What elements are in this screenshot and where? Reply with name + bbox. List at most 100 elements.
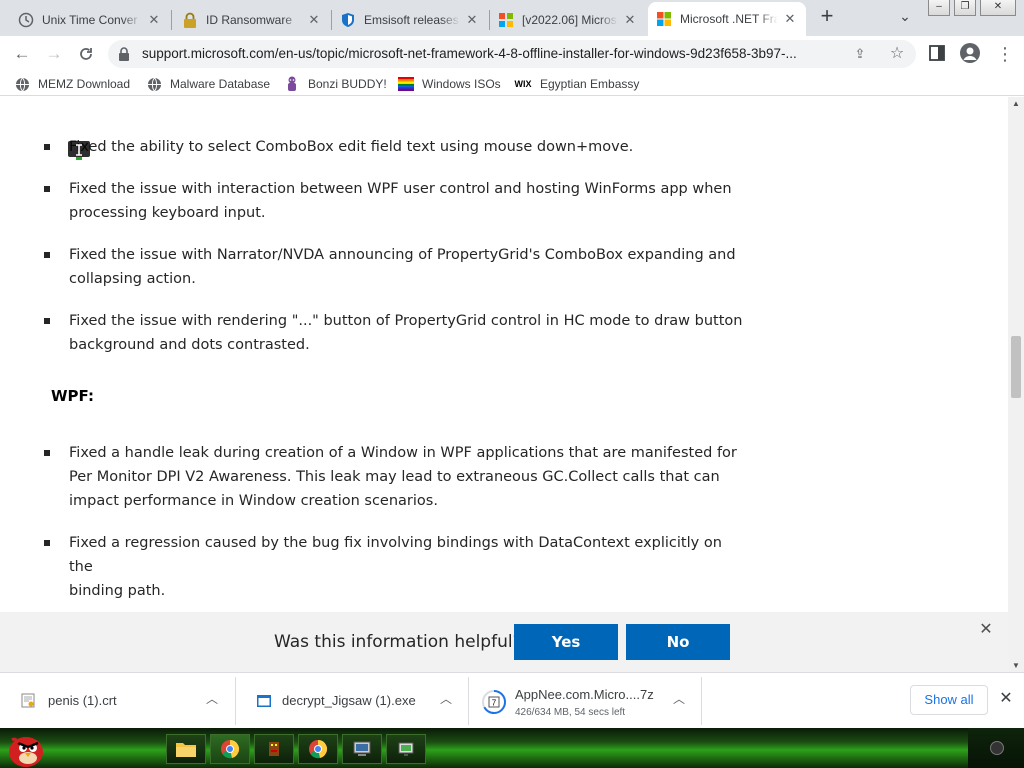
list-item: Fixed the issue with interaction between… [69,177,749,225]
scroll-up-arrow-icon[interactable]: ▲ [1012,99,1020,108]
taskbar [0,728,1024,768]
download-progress-ring-icon: 7 [482,690,506,714]
reload-button[interactable] [74,42,98,66]
feedback-yes-button[interactable]: Yes [514,624,618,660]
text-cursor-icon [68,141,90,160]
tab-v2022[interactable]: [v2022.06] Micros ✕ [490,4,646,36]
page-scrollbar[interactable]: ▲ ▼ [1008,97,1024,672]
computer-icon [353,741,371,756]
clock-icon [18,12,34,28]
bookmark-label: Bonzi BUDDY! [308,77,387,91]
close-icon[interactable]: ✕ [622,12,638,28]
download-filename: AppNee.com.Micro....7z [515,687,654,702]
tab-strip: Unix Time Conver ✕ ID Ransomware ✕ Emsis… [0,0,1024,36]
list-item-line: impact performance in Window creation sc… [69,493,438,509]
tray-status-icon[interactable] [990,741,1004,755]
list-item-line: collapsing action. [69,271,196,287]
window-close-button[interactable]: ✕ [980,0,1016,16]
list-item-line: Fixed the ability to select ComboBox edi… [69,139,634,155]
bookmark-egyptian-embassy[interactable]: WIX Egyptian Embassy [514,75,640,93]
taskbar-network[interactable] [386,734,426,764]
bookmark-memz[interactable]: MEMZ Download [14,75,130,93]
bonzi-icon [284,76,300,92]
list-item: Fixed a regression caused by the bug fix… [69,531,749,603]
list-item-line: Fixed a regression caused by the bug fix… [69,535,722,575]
list-item-line: Fixed the issue with Narrator/NVDA annou… [69,247,736,263]
list-item: Fixed the ability to select ComboBox edi… [69,135,749,159]
close-icon[interactable]: ✕ [782,11,798,27]
lock-icon [182,12,198,28]
feedback-no-button[interactable]: No [626,624,730,660]
chevron-down-icon[interactable]: ⌄ [896,8,914,26]
reload-icon [80,48,92,60]
profile-avatar-icon[interactable] [960,43,980,63]
bookmark-malware-database[interactable]: Malware Database [146,75,270,93]
chevron-up-icon[interactable]: ︿ [671,691,687,707]
article-content: Fixed the ability to select ComboBox edi… [0,97,1008,612]
back-button[interactable]: ← [10,42,34,66]
bookmark-label: Egyptian Embassy [540,77,640,91]
download-filename: decrypt_Jigsaw (1).exe [282,693,416,708]
more-menu-icon[interactable]: ⋮ [996,42,1014,66]
shield-icon [340,12,356,28]
svg-text:7: 7 [492,699,497,708]
tab-microsoft-net[interactable]: Microsoft .NET Fra ✕ [648,2,806,36]
list-item-line: processing keyboard input. [69,205,266,221]
maximize-button[interactable]: ❐ [954,0,976,16]
scrollbar-thumb[interactable] [1011,336,1021,398]
bullet-marker [44,450,50,456]
bookmark-label: Windows ISOs [422,77,501,91]
taskbar-game-app[interactable] [254,734,294,764]
feedback-bar: Was this information helpful? Yes No ✕ [0,612,1008,672]
tab-id-ransomware[interactable]: ID Ransomware ✕ [174,4,330,36]
forward-button[interactable]: → [42,42,66,66]
url-text[interactable]: support.microsoft.com/en-us/topic/micros… [142,40,842,68]
close-icon[interactable]: ✕ [998,691,1014,707]
download-filename: penis (1).crt [48,693,117,708]
windows-logo-icon [498,12,514,28]
section-heading: WPF: [51,387,94,405]
bookmark-bonzi-buddy[interactable]: Bonzi BUDDY! [284,75,387,93]
chevron-up-icon[interactable]: ︿ [438,691,454,707]
rainbow-flag-icon [398,76,414,92]
taskbar-chrome-2[interactable] [298,734,338,764]
microsoft-logo-icon [656,11,672,27]
scroll-down-arrow-icon[interactable]: ▼ [1012,661,1020,670]
taskbar-file-explorer[interactable] [166,734,206,764]
bookmark-label: Malware Database [170,77,271,91]
download-item[interactable]: decrypt_Jigsaw (1).exe ︿ [236,677,469,725]
close-icon[interactable]: ✕ [306,12,322,28]
chevron-up-icon[interactable]: ︿ [204,691,220,707]
close-icon[interactable]: ✕ [464,12,480,28]
share-icon[interactable]: ⇪ [852,46,868,62]
tab-title: ID Ransomware [206,13,293,27]
close-icon[interactable]: ✕ [146,12,162,28]
show-all-downloads-button[interactable]: Show all [910,685,988,715]
taskbar-computer[interactable] [342,734,382,764]
list-item-line: background and dots contrasted. [69,337,310,353]
tab-title: Emsisoft releases [364,13,459,27]
tab-emsisoft[interactable]: Emsisoft releases ✕ [332,4,488,36]
bookmark-windows-isos[interactable]: Windows ISOs [398,75,501,93]
globe-icon [146,76,162,92]
lock-icon[interactable] [116,46,132,62]
minimize-button[interactable]: – [928,0,950,16]
bullet-marker [44,144,50,150]
tab-unix-time[interactable]: Unix Time Conver ✕ [10,4,170,36]
download-item-in-progress[interactable]: 7 AppNee.com.Micro....7z 426/634 MB, 54 … [469,677,702,725]
download-status: 426/634 MB, 54 secs left [515,707,626,718]
list-item: Fixed the issue with Narrator/NVDA annou… [69,243,749,291]
bullet-marker [44,252,50,258]
list-item-line: Fixed a handle leak during creation of a… [69,445,737,461]
taskbar-chrome[interactable] [210,734,250,764]
bullet-marker [44,186,50,192]
start-angry-bird-icon[interactable] [4,730,44,768]
close-icon[interactable]: ✕ [978,622,994,638]
star-icon[interactable]: ☆ [888,45,906,63]
bullet-marker [44,540,50,546]
download-item[interactable]: penis (1).crt ︿ [0,677,236,725]
side-panel-icon[interactable] [928,44,946,62]
new-tab-button[interactable]: + [816,5,838,28]
address-bar[interactable]: support.microsoft.com/en-us/topic/micros… [108,40,916,68]
tab-title: Unix Time Conver [42,13,138,27]
